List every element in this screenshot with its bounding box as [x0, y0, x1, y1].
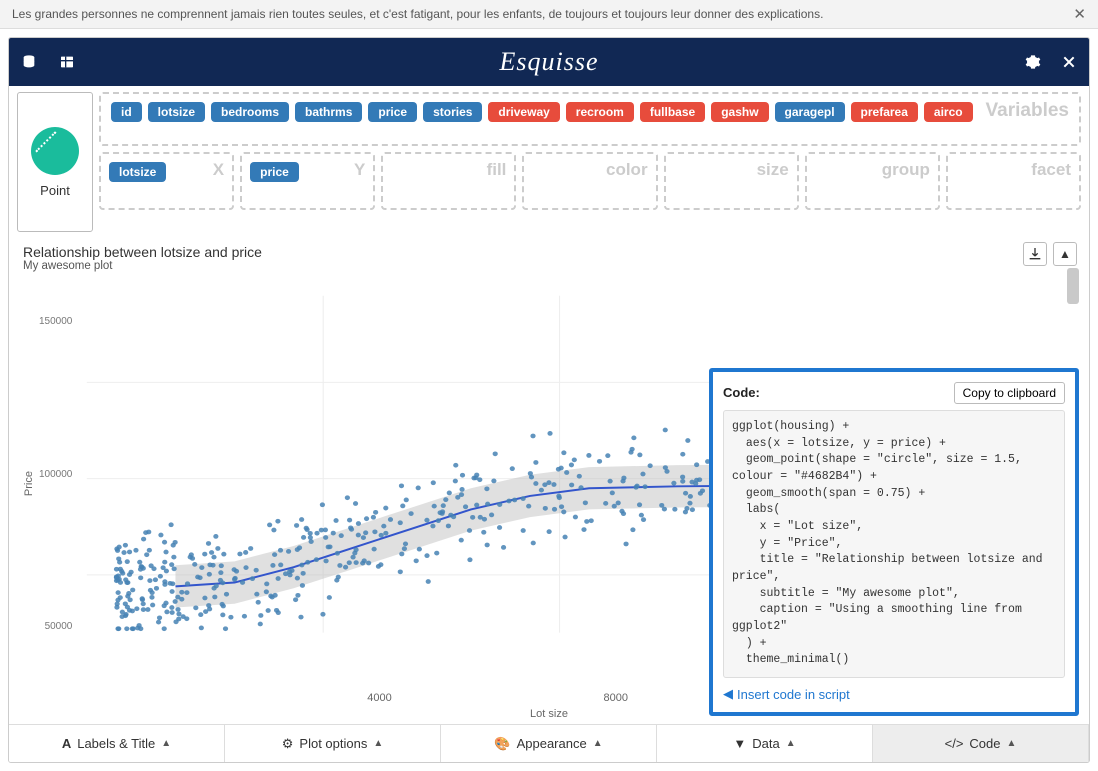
- plot-scrollbar[interactable]: [1067, 268, 1079, 304]
- dropzone-group[interactable]: group: [805, 152, 940, 210]
- variable-pill-recroom[interactable]: recroom: [566, 102, 634, 122]
- variable-pill-fullbase[interactable]: fullbase: [640, 102, 705, 122]
- x-mapping-pill[interactable]: lotsize: [109, 162, 166, 182]
- geom-label: Point: [40, 183, 70, 198]
- code-block[interactable]: ggplot(housing) + aes(x = lotsize, y = p…: [723, 410, 1065, 678]
- variable-pill-gashw[interactable]: gashw: [711, 102, 768, 122]
- tab-data[interactable]: ▼ Data ▲: [657, 725, 873, 762]
- variable-pill-lotsize[interactable]: lotsize: [148, 102, 205, 122]
- palette-icon: 🎨: [494, 736, 510, 752]
- app-frame: Esquisse Point Variables id lotsize bedroo…: [8, 37, 1090, 763]
- y-axis-ticks: 15000010000050000: [37, 276, 76, 692]
- variable-pill-stories[interactable]: stories: [423, 102, 482, 122]
- collapse-plot-button[interactable]: ▲: [1053, 242, 1077, 266]
- copy-to-clipboard-button[interactable]: Copy to clipboard: [954, 382, 1065, 404]
- plot-title: Relationship between lotsize and price: [23, 244, 1075, 260]
- code-heading: Code:: [723, 385, 760, 400]
- variables-pool[interactable]: Variables id lotsize bedrooms bathrms prices…: [99, 92, 1081, 146]
- tab-appearance[interactable]: 🎨 Appearance ▲: [441, 725, 657, 762]
- point-geom-icon: [31, 127, 79, 175]
- download-plot-button[interactable]: [1023, 242, 1047, 266]
- config-row: Point Variables id lotsize bedrooms bathrms…: [9, 86, 1089, 236]
- quote-bar: Les grandes personnes ne comprennent jam…: [0, 0, 1098, 29]
- y-mapping-pill[interactable]: price: [250, 162, 299, 182]
- close-icon[interactable]: [1061, 54, 1077, 70]
- bottom-tabs: A Labels & Title ▲ ⚙ Plot options ▲ 🎨 Ap…: [9, 724, 1089, 762]
- y-axis-label: Price: [21, 471, 37, 496]
- variable-pill-garagepl[interactable]: garagepl: [775, 102, 845, 122]
- dropzone-fill[interactable]: fill: [381, 152, 516, 210]
- variable-pill-price[interactable]: price: [368, 102, 417, 122]
- sliders-icon: ⚙: [282, 736, 294, 752]
- tab-code[interactable]: </> Code ▲: [873, 725, 1089, 762]
- variable-pill-prefarea[interactable]: prefarea: [851, 102, 918, 122]
- dropzone-x[interactable]: X lotsize: [99, 152, 234, 210]
- dropzone-y[interactable]: Y price: [240, 152, 375, 210]
- variable-pill-bathrms[interactable]: bathrms: [295, 102, 362, 122]
- arrow-left-icon: ◀: [723, 686, 733, 702]
- code-panel: Code: Copy to clipboard ggplot(housing) …: [709, 368, 1079, 716]
- tab-labels-title[interactable]: A Labels & Title ▲: [9, 725, 225, 762]
- tab-plot-options[interactable]: ⚙ Plot options ▲: [225, 725, 441, 762]
- plot-area: Relationship between lotsize and price M…: [9, 236, 1089, 724]
- variable-pill-airco[interactable]: airco: [924, 102, 973, 122]
- variable-pill-driveway[interactable]: driveway: [488, 102, 559, 122]
- topbar: Esquisse: [9, 38, 1089, 86]
- database-icon[interactable]: [21, 54, 37, 70]
- dropzone-size[interactable]: size: [664, 152, 799, 210]
- filter-icon: ▼: [733, 736, 746, 751]
- dropzone-facet[interactable]: facet: [946, 152, 1081, 210]
- geom-selector[interactable]: Point: [17, 92, 93, 232]
- variable-pill-id[interactable]: id: [111, 102, 142, 122]
- gear-icon[interactable]: [1025, 54, 1041, 70]
- variables-label: Variables: [986, 100, 1069, 122]
- variable-pill-bedrooms[interactable]: bedrooms: [211, 102, 289, 122]
- plot-subtitle: My awesome plot: [23, 260, 1075, 272]
- code-icon: </>: [945, 736, 964, 751]
- table-icon[interactable]: [59, 54, 75, 70]
- font-icon: A: [62, 736, 71, 751]
- dropzone-color[interactable]: color: [522, 152, 657, 210]
- quote-text: Les grandes personnes ne comprennent jam…: [12, 7, 823, 21]
- app-title: Esquisse: [500, 47, 599, 77]
- close-icon[interactable]: ✕: [1073, 5, 1086, 23]
- insert-code-link[interactable]: ◀ Insert code in script: [723, 686, 1065, 702]
